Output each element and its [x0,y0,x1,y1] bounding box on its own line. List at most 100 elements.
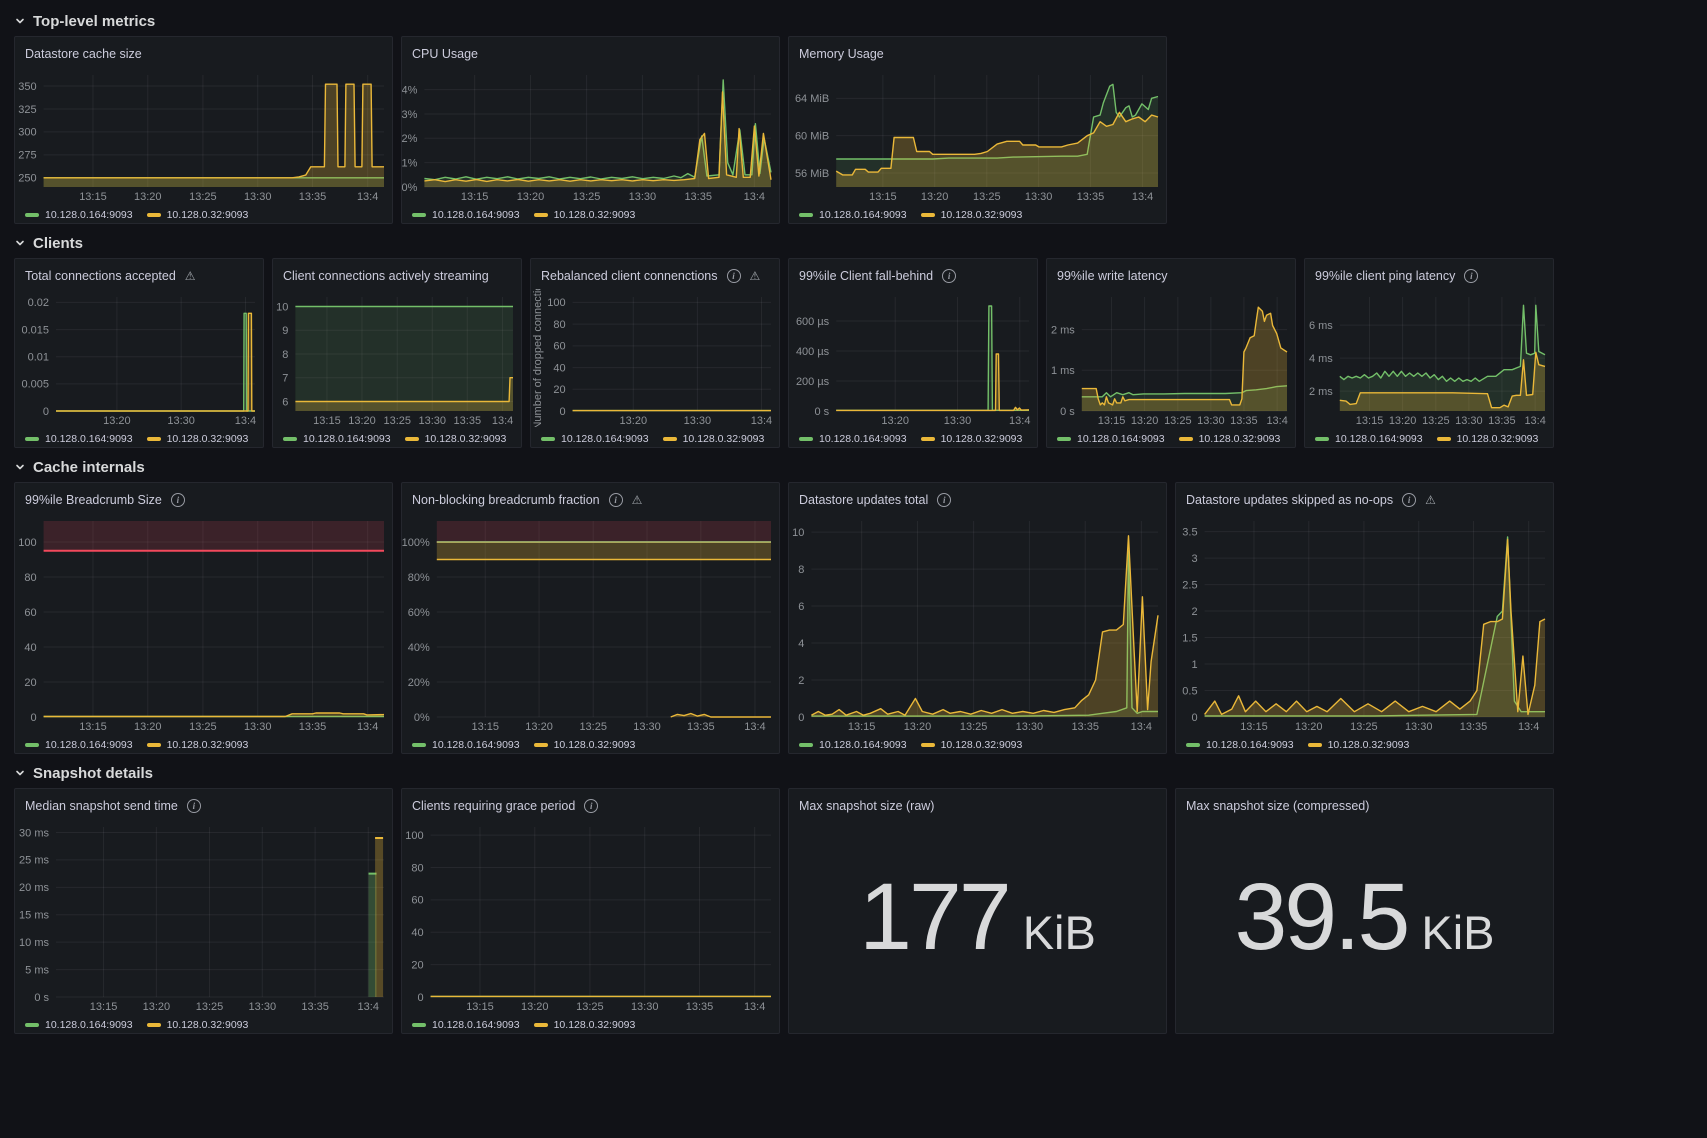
info-icon[interactable]: i [1402,493,1416,507]
timeseries-chart[interactable]: 024681013:1513:2013:2513:3013:3513:4 [789,513,1166,733]
timeseries-chart[interactable]: 2 ms4 ms6 ms13:1513:2013:2513:3013:3513:… [1305,289,1553,427]
section-header[interactable]: Snapshot details [14,760,1707,786]
panel-header[interactable]: Client connections actively streaming [273,259,521,289]
legend-item[interactable]: 10.128.0.32:9093 [405,433,507,445]
svg-text:13:25: 13:25 [1164,415,1192,427]
legend-item[interactable]: 10.128.0.32:9093 [1437,433,1539,445]
legend-item[interactable]: 10.128.0.32:9093 [147,739,249,751]
legend-label: 10.128.0.32:9093 [941,739,1023,751]
svg-text:2 ms: 2 ms [1309,386,1333,398]
panel-header[interactable]: Datastore updates skipped as no-opsi⚠ [1176,483,1553,513]
svg-text:0.005: 0.005 [21,379,49,391]
section-header[interactable]: Top-level metrics [14,8,1707,34]
legend-item[interactable]: 10.128.0.164:9093 [1186,739,1294,751]
info-icon[interactable]: i [937,493,951,507]
panel-header[interactable]: Median snapshot send timei [15,789,392,819]
panel-header[interactable]: Non-blocking breadcrumb fractioni⚠ [402,483,779,513]
panel-header[interactable]: Rebalanced client connenctionsi⚠ [531,259,779,289]
svg-text:0%: 0% [414,712,430,724]
section-header[interactable]: Clients [14,230,1707,256]
timeseries-chart[interactable]: 25027530032535013:1513:2013:2513:3013:35… [15,67,392,203]
legend-item[interactable]: 10.128.0.164:9093 [25,739,133,751]
panel-header[interactable]: 99%ile Breadcrumb Sizei [15,483,392,513]
legend-item[interactable]: 10.128.0.164:9093 [412,739,520,751]
panel-header[interactable]: 99%ile client ping latencyi [1305,259,1553,289]
timeseries-chart[interactable]: 02040608010013:1513:2013:2513:3013:3513:… [402,819,779,1013]
timeseries-chart[interactable]: 02040608010013:1513:2013:2513:3013:3513:… [15,513,392,733]
timeseries-chart[interactable]: 0%1%2%3%4%13:1513:2013:2513:3013:3513:4 [402,67,779,203]
timeseries-chart[interactable]: 0 s200 µs400 µs600 µs13:2013:3013:4 [789,289,1037,427]
warning-icon[interactable]: ⚠ [1425,494,1436,506]
panel-header[interactable]: Datastore updates totali [789,483,1166,513]
section-header[interactable]: Cache internals [14,454,1707,480]
timeseries-chart[interactable]: 0 s1 ms2 ms13:1513:2013:2513:3013:3513:4 [1047,289,1295,427]
info-icon[interactable]: i [942,269,956,283]
svg-text:20: 20 [553,384,565,396]
legend-item[interactable]: 10.128.0.32:9093 [921,739,1023,751]
info-icon[interactable]: i [187,799,201,813]
legend-item[interactable]: 10.128.0.164:9093 [799,209,907,221]
legend-item[interactable]: 10.128.0.32:9093 [534,209,636,221]
info-icon[interactable]: i [1464,269,1478,283]
legend-item[interactable]: 10.128.0.32:9093 [1308,739,1410,751]
legend-item[interactable]: 10.128.0.32:9093 [147,433,249,445]
panel-header[interactable]: Max snapshot size (raw) [789,789,1166,819]
svg-text:40: 40 [24,642,36,654]
svg-text:13:25: 13:25 [189,191,217,203]
panel-header[interactable]: Datastore cache size [15,37,392,67]
panel-header[interactable]: Clients requiring grace periodi [402,789,779,819]
legend-item[interactable]: 10.128.0.164:9093 [1315,433,1423,445]
info-icon[interactable]: i [584,799,598,813]
panel-header[interactable]: 99%ile Client fall-behindi [789,259,1037,289]
legend-item[interactable]: 10.128.0.164:9093 [799,739,907,751]
svg-text:13:4: 13:4 [744,1001,765,1013]
timeseries-chart[interactable]: 00.511.522.533.513:1513:2013:2513:3013:3… [1176,513,1553,733]
warning-icon[interactable]: ⚠ [632,494,643,506]
svg-text:0.015: 0.015 [21,324,49,336]
legend-item[interactable]: 10.128.0.164:9093 [799,433,907,445]
legend-item[interactable]: 10.128.0.164:9093 [25,209,133,221]
legend-item[interactable]: 10.128.0.32:9093 [663,433,765,445]
legend-label: 10.128.0.164:9093 [303,433,391,445]
timeseries-chart[interactable]: 0%20%40%60%80%100%13:1513:2013:2513:3013… [402,513,779,733]
panel-header[interactable]: 99%ile write latency [1047,259,1295,289]
stat-unit: KiB [1023,905,1096,960]
info-icon[interactable]: i [609,493,623,507]
legend-item[interactable]: 10.128.0.32:9093 [534,1019,636,1031]
legend-item[interactable]: 10.128.0.164:9093 [283,433,391,445]
info-icon[interactable]: i [171,493,185,507]
chart-area: 0 s200 µs400 µs600 µs13:2013:3013:4 [789,289,1037,432]
timeseries-chart[interactable]: 67891013:1513:2013:2513:3013:3513:4 [273,289,521,427]
svg-text:10 ms: 10 ms [19,937,49,949]
legend-item[interactable]: 10.128.0.164:9093 [412,1019,520,1031]
legend-item[interactable]: 10.128.0.164:9093 [25,1019,133,1031]
legend-swatch [25,213,39,217]
chart-area: 02040608010013:1513:2013:2513:3013:3513:… [15,513,392,738]
legend-item[interactable]: 10.128.0.32:9093 [534,739,636,751]
timeseries-chart[interactable]: 00.0050.010.0150.0213:2013:3013:4 [15,289,263,427]
panel-header[interactable]: Total connections accepted⚠ [15,259,263,289]
chevron-down-icon [14,767,26,779]
panel-header[interactable]: Memory Usage [789,37,1166,67]
svg-text:13:35: 13:35 [686,1001,714,1013]
timeseries-chart[interactable]: 02040608010013:2013:3013:4Number of drop… [531,289,779,427]
timeseries-chart[interactable]: 56 MiB60 MiB64 MiB13:1513:2013:2513:3013… [789,67,1166,203]
legend-swatch [799,743,813,747]
svg-text:20%: 20% [408,677,430,689]
legend-swatch [921,743,935,747]
legend-item[interactable]: 10.128.0.164:9093 [1057,433,1165,445]
timeseries-chart[interactable]: 0 s5 ms10 ms15 ms20 ms25 ms30 ms13:1513:… [15,819,392,1013]
legend-item[interactable]: 10.128.0.164:9093 [25,433,133,445]
panel-header[interactable]: CPU Usage [402,37,779,67]
legend-item[interactable]: 10.128.0.164:9093 [412,209,520,221]
legend-item[interactable]: 10.128.0.32:9093 [147,209,249,221]
panel-header[interactable]: Max snapshot size (compressed) [1176,789,1553,819]
legend-item[interactable]: 10.128.0.32:9093 [1179,433,1281,445]
info-icon[interactable]: i [727,269,741,283]
legend-item[interactable]: 10.128.0.164:9093 [541,433,649,445]
warning-icon[interactable]: ⚠ [185,270,196,282]
warning-icon[interactable]: ⚠ [750,270,761,282]
legend-item[interactable]: 10.128.0.32:9093 [921,433,1023,445]
legend-item[interactable]: 10.128.0.32:9093 [921,209,1023,221]
legend-item[interactable]: 10.128.0.32:9093 [147,1019,249,1031]
